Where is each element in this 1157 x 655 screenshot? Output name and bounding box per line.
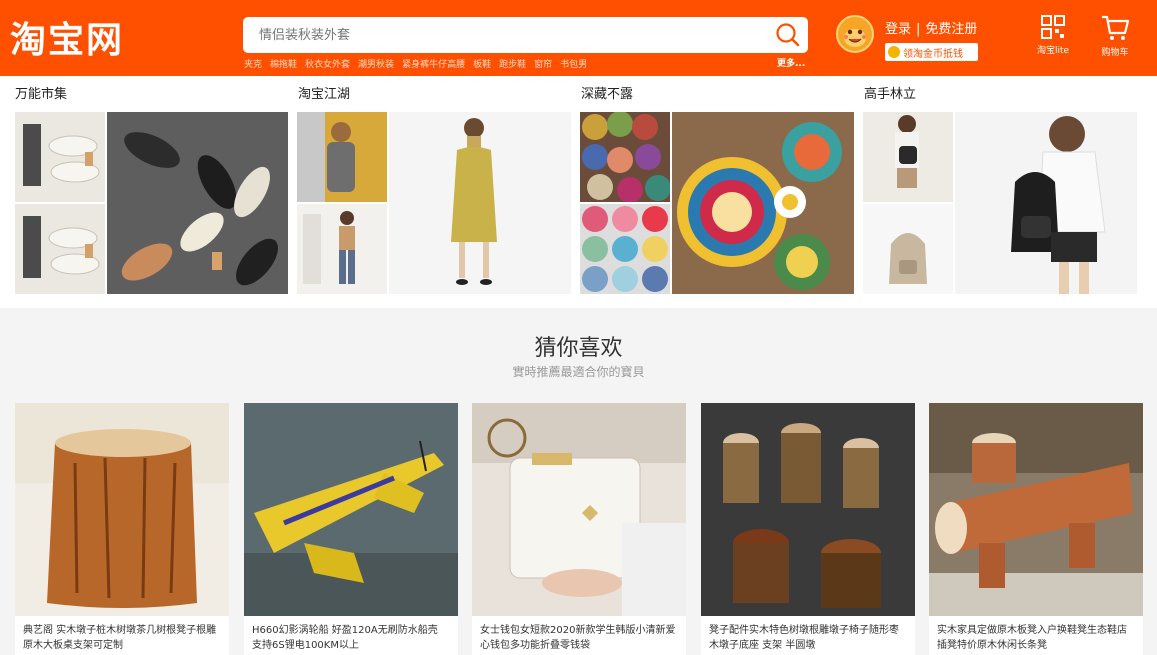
product-image (863, 112, 953, 202)
register-link[interactable]: 免费注册 (925, 22, 977, 37)
more-hot-words-link[interactable]: 更多... (777, 56, 805, 69)
market-title[interactable]: 万能市集 (15, 83, 67, 102)
market-thumb[interactable] (15, 112, 105, 202)
shopping-cart-button[interactable]: 购物车 (1090, 14, 1140, 58)
market-thumb[interactable] (15, 204, 105, 294)
product-title: 典艺阁 实木墩子桩木树墩茶几树根凳子根雕原木大板桌支架可定制 (23, 625, 217, 651)
hot-word[interactable]: 跑步鞋 (499, 57, 526, 71)
hot-word[interactable]: 潮男秋装 (358, 57, 394, 71)
separator: | (916, 22, 921, 37)
product-title: 实木家具定做原木板凳入户换鞋凳生态鞋店插凳特价原木休闲长条凳 (937, 625, 1127, 651)
hot-word[interactable]: 书包男 (560, 57, 587, 71)
product-image (15, 204, 105, 294)
product-card[interactable]: H660幻影涡轮船 好盈120A无刷防水船壳 支持6S锂电100KM以上 (244, 403, 458, 655)
login-register: 登录 | 免费注册 (885, 18, 977, 37)
market-thumb[interactable] (672, 112, 854, 294)
product-image (244, 403, 458, 616)
hot-word[interactable]: 紧身裤牛仔高腰 (402, 57, 465, 71)
market-column: 深藏不露 (579, 76, 854, 308)
top-header: 淘宝网 夹克 棉拖鞋 秋衣女外套 潮男秋装 紧身裤牛仔高腰 板鞋 跑步鞋 窗帘 … (0, 0, 1157, 76)
product-image (580, 204, 670, 294)
guess-you-like-title: 猜你喜欢 (534, 336, 623, 361)
product-card[interactable]: 实木家具定做原木板凳入户换鞋凳生态鞋店插凳特价原木休闲长条凳 (929, 403, 1143, 655)
market-thumb[interactable] (297, 204, 387, 294)
market-thumb[interactable] (955, 112, 1137, 294)
qr-code-icon (1041, 15, 1065, 39)
search-box (243, 17, 808, 53)
market-column: 万能市集 (13, 76, 288, 308)
shopping-cart-label: 购物车 (1101, 48, 1129, 58)
product-image (672, 112, 854, 294)
market-column: 高手林立 (862, 76, 1137, 308)
market-title[interactable]: 深藏不露 (581, 83, 633, 102)
hot-word[interactable]: 棉拖鞋 (270, 57, 297, 71)
market-title[interactable]: 淘宝江湖 (298, 83, 350, 102)
market-thumb[interactable] (863, 112, 953, 202)
market-column: 淘宝江湖 (296, 76, 571, 308)
hot-word[interactable]: 窗帘 (534, 57, 552, 71)
taobao-logo[interactable]: 淘宝网 (10, 16, 124, 61)
product-image (955, 112, 1137, 294)
product-image (297, 204, 387, 294)
product-image (580, 112, 670, 202)
avatar[interactable] (836, 15, 874, 53)
hot-word[interactable]: 秋衣女外套 (305, 57, 350, 71)
search-input[interactable] (243, 17, 763, 53)
hot-word[interactable]: 夹克 (244, 57, 262, 71)
mascot-icon (838, 17, 872, 51)
coin-icon (888, 46, 900, 58)
product-image (15, 403, 229, 616)
shopping-cart-icon (1102, 15, 1130, 40)
hot-search-words: 夹克 棉拖鞋 秋衣女外套 潮男秋装 紧身裤牛仔高腰 板鞋 跑步鞋 窗帘 书包男 (244, 57, 809, 71)
coin-label: 领淘金币抵钱 (903, 48, 963, 60)
product-card[interactable]: 女士钱包女短款2020新款学生韩版小清新爱心钱包多功能折叠零钱袋 (472, 403, 686, 655)
market-thumb[interactable] (580, 112, 670, 202)
product-image (929, 403, 1143, 616)
market-thumb[interactable] (297, 112, 387, 202)
product-image (472, 403, 686, 616)
market-title[interactable]: 高手林立 (864, 83, 916, 102)
market-thumb[interactable] (389, 112, 571, 294)
product-card[interactable]: 典艺阁 实木墩子桩木树墩茶几树根凳子根雕原木大板桌支架可定制 (15, 403, 229, 655)
product-image (863, 204, 953, 294)
market-thumb[interactable] (107, 112, 288, 294)
market-thumb[interactable] (863, 204, 953, 294)
search-icon[interactable] (774, 21, 802, 49)
guess-you-like-subtitle: 實時推薦最適合你的寶貝 (512, 365, 645, 379)
login-link[interactable]: 登录 (885, 22, 911, 37)
product-image (107, 112, 288, 294)
market-thumb[interactable] (580, 204, 670, 294)
product-title: 凳子配件实木特色树墩根雕墩子椅子随形枣木墩子底座 支架 半圆墩 (709, 625, 899, 651)
product-title: H660幻影涡轮船 好盈120A无刷防水船壳 支持6S锂电100KM以上 (252, 625, 438, 651)
product-image (15, 112, 105, 202)
taobao-lite-button[interactable]: 淘宝lite (1028, 14, 1078, 56)
market-section: 万能市集 淘宝江湖 深藏不露 高手林立 (0, 76, 1157, 308)
product-image (701, 403, 915, 616)
product-image (389, 112, 571, 294)
product-title: 女士钱包女短款2020新款学生韩版小清新爱心钱包多功能折叠零钱袋 (480, 625, 676, 651)
coin-button[interactable]: 领淘金币抵钱 (885, 43, 978, 61)
product-card[interactable]: 凳子配件实木特色树墩根雕墩子椅子随形枣木墩子底座 支架 半圆墩 (701, 403, 915, 655)
product-image (297, 112, 387, 202)
hot-word[interactable]: 板鞋 (473, 57, 491, 71)
taobao-lite-label: 淘宝lite (1036, 46, 1070, 56)
